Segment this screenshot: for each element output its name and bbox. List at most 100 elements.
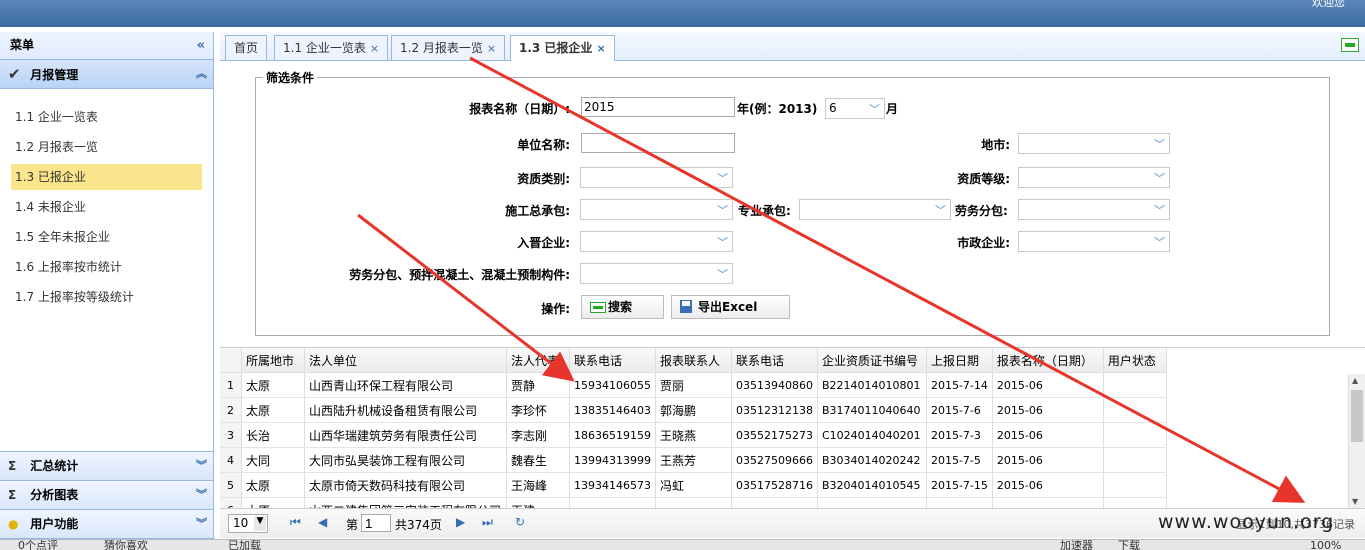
- save-icon: [680, 300, 692, 313]
- table-row[interactable]: 6太原山西二建集团第三安装工程有限公司王建: [220, 497, 1167, 508]
- next-page-icon[interactable]: ▶: [456, 515, 465, 529]
- table-cell: 03552175273: [731, 422, 818, 448]
- close-icon[interactable]: ×: [487, 42, 496, 55]
- col-company[interactable]: 法人单位: [304, 348, 507, 373]
- table-cell: 03512312138: [731, 397, 818, 423]
- table-cell: 2015-7-14: [926, 372, 993, 398]
- page-number-input[interactable]: [361, 514, 391, 532]
- sidebar-item-rate-by-city[interactable]: 1.6 上报率按市统计: [11, 254, 202, 280]
- first-page-icon[interactable]: ⏮: [290, 515, 301, 530]
- table-row[interactable]: 4 大同 大同市弘昊装饰工程有限公司 魏春生 13994313999 王燕芳 0352750…: [220, 447, 1167, 473]
- year-input[interactable]: [581, 97, 735, 117]
- table-row[interactable]: 5 太原 太原市倚天数码科技有限公司 王海峰 13934146573 冯虹 03517528…: [220, 472, 1167, 498]
- table-cell: 太原: [241, 472, 305, 498]
- month-select[interactable]: 6 ﹀: [825, 98, 885, 119]
- table-cell: 2015-7-15: [926, 472, 993, 498]
- tab-tool-icon[interactable]: [1341, 38, 1359, 52]
- qual-level-select[interactable]: ﹀: [1018, 167, 1170, 188]
- special-contract-select[interactable]: ﹀: [799, 199, 951, 220]
- col-legal-rep[interactable]: 法人代表: [506, 348, 570, 373]
- table-cell: [992, 497, 1104, 508]
- labor-sub-label: 劳务分包:: [955, 204, 1008, 218]
- month-value: 6: [829, 101, 837, 115]
- prev-page-icon[interactable]: ◀: [318, 515, 327, 529]
- municipal-select[interactable]: ﹀: [1018, 231, 1170, 252]
- sidebar-group-monthly[interactable]: ✔ 月报管理 ︽: [0, 60, 213, 89]
- table-cell: 2015-06: [992, 422, 1104, 448]
- table-cell: 太原: [241, 372, 305, 398]
- labor-sub-select[interactable]: ﹀: [1018, 199, 1170, 220]
- table-cell: 2015-7-5: [926, 447, 993, 473]
- scroll-down-icon[interactable]: ▼: [1352, 497, 1358, 506]
- sidebar-group-label: 分析图表: [30, 488, 79, 502]
- col-contact[interactable]: 报表联系人: [655, 348, 732, 373]
- sidebar-group-summary[interactable]: Σ 汇总统计 ︾: [0, 451, 213, 481]
- sidebar-group-charts[interactable]: Σ 分析图表 ︾: [0, 481, 213, 510]
- export-excel-button[interactable]: 导出Excel: [671, 295, 790, 319]
- col-user-status[interactable]: 用户状态: [1103, 348, 1167, 373]
- labor-mix-select[interactable]: ﹀: [580, 263, 733, 284]
- sidebar-item-monthly-list[interactable]: 1.2 月报表一览: [11, 134, 202, 160]
- refresh-icon[interactable]: ↻: [515, 515, 525, 529]
- last-page-icon[interactable]: ⏭: [482, 515, 493, 530]
- col-contact-phone[interactable]: 联系电话: [731, 348, 818, 373]
- chevron-down-icon: ﹀: [717, 236, 728, 249]
- entry-label: 入晋企业:: [517, 236, 570, 250]
- col-cert-number[interactable]: 企业资质证书编号: [817, 348, 927, 373]
- general-contract-select[interactable]: ﹀: [580, 199, 733, 220]
- tab-home[interactable]: 首页: [225, 35, 268, 60]
- sidebar-item-unreported[interactable]: 1.4 未报企业: [11, 194, 202, 220]
- table-cell: 李珍怀: [506, 397, 570, 423]
- tab-monthly-list[interactable]: 1.2 月报表一览 ×: [391, 35, 506, 60]
- close-icon[interactable]: ×: [596, 42, 605, 55]
- lightbulb-icon: ●: [8, 517, 19, 531]
- table-cell: 长治: [241, 422, 305, 448]
- table-cell: [731, 497, 818, 508]
- table-row[interactable]: 2 太原 山西陆升机械设备租赁有限公司 李珍怀 13835146403 郭海鹏 035123…: [220, 397, 1167, 423]
- sigma-icon: Σ: [8, 488, 17, 502]
- sidebar-item-year-unreported[interactable]: 1.5 全年未报企业: [11, 224, 202, 250]
- table-cell: B3034014020242: [817, 447, 927, 473]
- chevron-down-icon: ﹀: [935, 204, 946, 217]
- scroll-up-icon[interactable]: ▲: [1352, 376, 1358, 385]
- chevron-down-icon[interactable]: ︾: [196, 510, 207, 538]
- chevron-down-icon: ﹀: [717, 268, 728, 281]
- table-cell: [1103, 447, 1167, 473]
- table-cell: 李志刚: [506, 422, 570, 448]
- table-cell: 15934106055: [569, 372, 656, 398]
- table-cell: 太原市倚天数码科技有限公司: [304, 472, 507, 498]
- tab-company-list[interactable]: 1.1 企业一览表 ×: [274, 35, 389, 60]
- close-icon[interactable]: ×: [370, 42, 379, 55]
- col-phone[interactable]: 联系电话: [569, 348, 656, 373]
- table-row[interactable]: 3 长治 山西华瑞建筑劳务有限责任公司 李志刚 18636519159 王晓燕 035521…: [220, 422, 1167, 448]
- table-row[interactable]: 1 太原 山西青山环保工程有限公司 贾静 15934106055 贾丽 0351394086…: [220, 372, 1167, 398]
- export-button-label: 导出Excel: [698, 300, 758, 314]
- page-size-select[interactable]: 10 ▼: [228, 514, 268, 533]
- tab-reported[interactable]: 1.3 已报企业 ×: [510, 35, 615, 61]
- col-report-name[interactable]: 报表名称（日期）: [992, 348, 1104, 373]
- row-number: 5: [220, 472, 242, 498]
- qual-type-label: 资质类别:: [517, 172, 570, 186]
- col-report-date[interactable]: 上报日期: [926, 348, 993, 373]
- unit-name-input[interactable]: [581, 133, 735, 153]
- city-select[interactable]: ﹀: [1018, 133, 1170, 154]
- sidebar-header: 菜单 «: [0, 32, 213, 60]
- qual-type-select[interactable]: ﹀: [580, 167, 733, 188]
- entry-select[interactable]: ﹀: [580, 231, 733, 252]
- scroll-thumb[interactable]: [1351, 390, 1363, 442]
- sidebar-item-reported[interactable]: 1.3 已报企业: [11, 164, 202, 190]
- sidebar-item-company-list[interactable]: 1.1 企业一览表: [11, 104, 202, 130]
- search-button[interactable]: 搜索: [581, 295, 664, 319]
- table-cell: [1103, 472, 1167, 498]
- search-icon: [590, 302, 606, 313]
- vertical-scrollbar[interactable]: ▲ ▼: [1348, 374, 1365, 508]
- chevron-up-icon[interactable]: ︽: [196, 60, 207, 88]
- sidebar-group-user[interactable]: ● 用户功能 ︾: [0, 510, 213, 539]
- col-city[interactable]: 所属地市: [241, 348, 305, 373]
- sidebar-item-rate-by-level[interactable]: 1.7 上报率按等级统计: [11, 284, 202, 310]
- table-cell: B2214014010801: [817, 372, 927, 398]
- sidebar-menu: 菜单 « ✔ 月报管理 ︽ 1.1 企业一览表 1.2 月报表一览 1.3 已报…: [0, 32, 214, 539]
- chevron-down-icon[interactable]: ︾: [196, 452, 207, 480]
- chevron-down-icon[interactable]: ︾: [196, 481, 207, 509]
- collapse-left-icon[interactable]: «: [197, 32, 205, 59]
